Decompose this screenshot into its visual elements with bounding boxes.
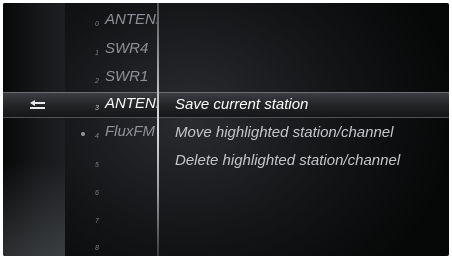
preset-number: 6 (95, 190, 99, 197)
station-name: ANTENNE (105, 11, 157, 28)
station-list: 0 ANTENNE 1 SWR4 2 SWR1 3 ANTENNE 4 Flux… (65, 3, 157, 256)
station-row[interactable]: 8 (65, 233, 157, 256)
station-row[interactable]: 5 (65, 150, 157, 174)
station-name: SWR1 (105, 68, 149, 85)
station-row[interactable]: 6 (65, 178, 157, 202)
preset-number: 4 (95, 133, 99, 140)
station-row-selected[interactable]: 3 ANTENNE (65, 93, 157, 117)
menu-item-move-highlighted[interactable]: Move highlighted station/channel (175, 124, 393, 141)
screenshot-frame: 0 ANTENNE 1 SWR4 2 SWR1 3 ANTENNE 4 Flux… (0, 0, 452, 259)
station-row[interactable]: 0 ANTENNE (65, 9, 157, 33)
station-row[interactable]: 7 (65, 206, 157, 230)
back-arrow-icon[interactable] (28, 99, 48, 111)
left-panel (3, 3, 65, 256)
preset-number: 1 (95, 50, 99, 57)
station-name: ANTENNE (105, 95, 157, 112)
menu-item-delete-highlighted[interactable]: Delete highlighted station/channel (175, 152, 400, 169)
panel-divider (157, 3, 159, 256)
preset-number: 0 (95, 21, 99, 28)
station-name: FluxFM (105, 123, 155, 140)
radio-screen: 0 ANTENNE 1 SWR4 2 SWR1 3 ANTENNE 4 Flux… (3, 3, 449, 256)
preset-number: 3 (95, 105, 99, 112)
station-row[interactable]: 2 SWR1 (65, 66, 157, 90)
station-name: SWR4 (105, 40, 149, 57)
menu-item-save-current-station[interactable]: Save current station (175, 96, 308, 113)
preset-number: 5 (95, 162, 99, 169)
preset-number: 7 (95, 218, 99, 225)
station-row[interactable]: 4 FluxFM (65, 121, 157, 145)
preset-number: 8 (95, 245, 99, 252)
favorite-dot-icon (81, 132, 85, 136)
preset-number: 2 (95, 78, 99, 85)
station-row[interactable]: 1 SWR4 (65, 38, 157, 62)
